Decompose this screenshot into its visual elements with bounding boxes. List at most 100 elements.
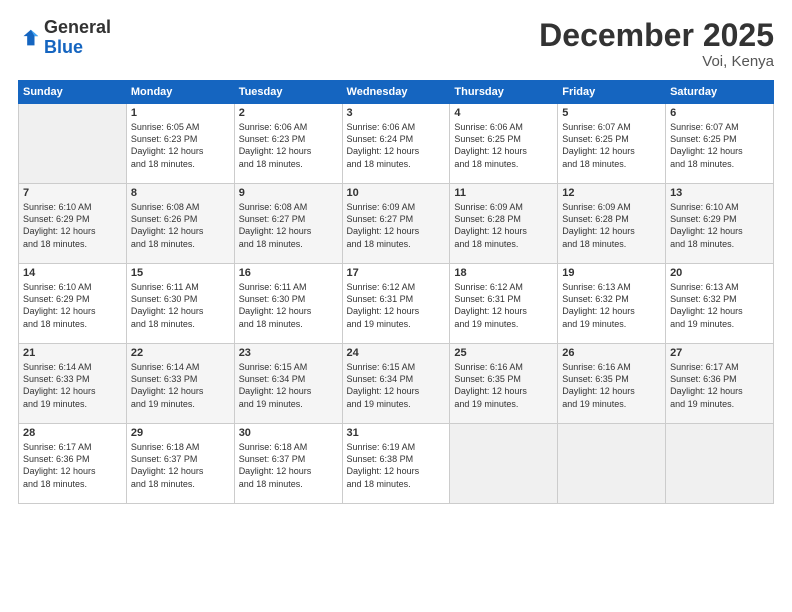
table-row: 1 Sunrise: 6:05 AMSunset: 6:23 PMDaylight… (126, 104, 234, 184)
day-info: Sunrise: 6:06 AMSunset: 6:24 PMDaylight:… (347, 121, 446, 170)
day-info: Sunrise: 6:06 AMSunset: 6:25 PMDaylight:… (454, 121, 553, 170)
calendar-week-row: 14 Sunrise: 6:10 AMSunset: 6:29 PMDayligh… (19, 264, 774, 344)
table-row: 7 Sunrise: 6:10 AMSunset: 6:29 PMDaylight… (19, 184, 127, 264)
table-row: 24 Sunrise: 6:15 AMSunset: 6:34 PMDayligh… (342, 344, 450, 424)
table-row: 19 Sunrise: 6:13 AMSunset: 6:32 PMDayligh… (558, 264, 666, 344)
day-info: Sunrise: 6:16 AMSunset: 6:35 PMDaylight:… (454, 361, 553, 410)
day-number: 11 (454, 187, 553, 199)
title-block: December 2025 Voi, Kenya (539, 18, 774, 70)
day-number: 15 (131, 267, 230, 279)
header-friday: Friday (558, 81, 666, 104)
table-row: 3Sunrise: 6:06 AMSunset: 6:24 PMDaylight… (342, 104, 450, 184)
table-row: 21 Sunrise: 6:14 AMSunset: 6:33 PMDayligh… (19, 344, 127, 424)
day-info: Sunrise: 6:14 AMSunset: 6:33 PMDaylight:… (131, 361, 230, 410)
day-info: Sunrise: 6:15 AMSunset: 6:34 PMDaylight:… (347, 361, 446, 410)
header-thursday: Thursday (450, 81, 558, 104)
header-tuesday: Tuesday (234, 81, 342, 104)
day-info: Sunrise: 6:16 AMSunset: 6:35 PMDaylight:… (562, 361, 661, 410)
table-row: 23Sunrise: 6:15 AMSunset: 6:34 PMDayligh… (234, 344, 342, 424)
table-row: 16 Sunrise: 6:11 AMSunset: 6:30 PMDayligh… (234, 264, 342, 344)
day-number: 5 (562, 107, 661, 119)
day-info: Sunrise: 6:14 AMSunset: 6:33 PMDaylight:… (23, 361, 122, 410)
table-row: 18 Sunrise: 6:12 AMSunset: 6:31 PMDayligh… (450, 264, 558, 344)
day-number: 23 (239, 347, 338, 359)
header-saturday: Saturday (666, 81, 774, 104)
table-row: 2Sunrise: 6:06 AMSunset: 6:23 PMDaylight… (234, 104, 342, 184)
header-monday: Monday (126, 81, 234, 104)
day-info: Sunrise: 6:19 AMSunset: 6:38 PMDaylight:… (347, 441, 446, 490)
day-info: Sunrise: 6:09 AMSunset: 6:28 PMDaylight:… (562, 201, 661, 250)
day-number: 30 (239, 427, 338, 439)
day-number: 19 (562, 267, 661, 279)
calendar-header-row: Sunday Monday Tuesday Wednesday Thursday… (19, 81, 774, 104)
table-row (558, 424, 666, 504)
day-info: Sunrise: 6:08 AMSunset: 6:27 PMDaylight:… (239, 201, 338, 250)
calendar-week-row: 28Sunrise: 6:17 AMSunset: 6:36 PMDayligh… (19, 424, 774, 504)
day-number: 1 (131, 107, 230, 119)
day-number: 14 (23, 267, 122, 279)
day-number: 22 (131, 347, 230, 359)
day-info: Sunrise: 6:11 AMSunset: 6:30 PMDaylight:… (239, 281, 338, 330)
table-row: 4 Sunrise: 6:06 AMSunset: 6:25 PMDaylight… (450, 104, 558, 184)
day-info: Sunrise: 6:09 AMSunset: 6:27 PMDaylight:… (347, 201, 446, 250)
logo-icon (18, 27, 40, 49)
day-number: 16 (239, 267, 338, 279)
calendar-location: Voi, Kenya (539, 53, 774, 70)
table-row (450, 424, 558, 504)
day-info: Sunrise: 6:18 AMSunset: 6:37 PMDaylight:… (239, 441, 338, 490)
table-row: 14 Sunrise: 6:10 AMSunset: 6:29 PMDayligh… (19, 264, 127, 344)
table-row: 10 Sunrise: 6:09 AMSunset: 6:27 PMDayligh… (342, 184, 450, 264)
table-row: 31 Sunrise: 6:19 AMSunset: 6:38 PMDayligh… (342, 424, 450, 504)
day-info: Sunrise: 6:10 AMSunset: 6:29 PMDaylight:… (23, 201, 122, 250)
day-number: 24 (347, 347, 446, 359)
day-number: 12 (562, 187, 661, 199)
day-number: 13 (670, 187, 769, 199)
day-number: 31 (347, 427, 446, 439)
calendar-week-row: 1 Sunrise: 6:05 AMSunset: 6:23 PMDaylight… (19, 104, 774, 184)
logo-blue-text: Blue (44, 37, 83, 57)
table-row: 30 Sunrise: 6:18 AMSunset: 6:37 PMDayligh… (234, 424, 342, 504)
day-info: Sunrise: 6:12 AMSunset: 6:31 PMDaylight:… (347, 281, 446, 330)
header-sunday: Sunday (19, 81, 127, 104)
table-row: 17Sunrise: 6:12 AMSunset: 6:31 PMDayligh… (342, 264, 450, 344)
day-number: 27 (670, 347, 769, 359)
day-info: Sunrise: 6:13 AMSunset: 6:32 PMDaylight:… (670, 281, 769, 330)
day-info: Sunrise: 6:13 AMSunset: 6:32 PMDaylight:… (562, 281, 661, 330)
day-number: 10 (347, 187, 446, 199)
day-info: Sunrise: 6:09 AMSunset: 6:28 PMDaylight:… (454, 201, 553, 250)
page: General Blue December 2025 Voi, Kenya Su… (0, 0, 792, 612)
table-row: 28Sunrise: 6:17 AMSunset: 6:36 PMDayligh… (19, 424, 127, 504)
logo: General Blue (18, 18, 111, 58)
day-number: 4 (454, 107, 553, 119)
day-number: 18 (454, 267, 553, 279)
day-info: Sunrise: 6:12 AMSunset: 6:31 PMDaylight:… (454, 281, 553, 330)
table-row (19, 104, 127, 184)
day-number: 6 (670, 107, 769, 119)
day-info: Sunrise: 6:05 AMSunset: 6:23 PMDaylight:… (131, 121, 230, 170)
table-row: 6 Sunrise: 6:07 AMSunset: 6:25 PMDaylight… (666, 104, 774, 184)
day-info: Sunrise: 6:17 AMSunset: 6:36 PMDaylight:… (23, 441, 122, 490)
calendar-week-row: 21 Sunrise: 6:14 AMSunset: 6:33 PMDayligh… (19, 344, 774, 424)
day-number: 7 (23, 187, 122, 199)
calendar-title: December 2025 (539, 18, 774, 53)
day-number: 20 (670, 267, 769, 279)
table-row: 22 Sunrise: 6:14 AMSunset: 6:33 PMDayligh… (126, 344, 234, 424)
day-info: Sunrise: 6:07 AMSunset: 6:25 PMDaylight:… (562, 121, 661, 170)
logo-text: General Blue (44, 18, 111, 58)
day-number: 26 (562, 347, 661, 359)
day-info: Sunrise: 6:06 AMSunset: 6:23 PMDaylight:… (239, 121, 338, 170)
table-row: 27Sunrise: 6:17 AMSunset: 6:36 PMDayligh… (666, 344, 774, 424)
table-row: 9Sunrise: 6:08 AMSunset: 6:27 PMDaylight… (234, 184, 342, 264)
table-row: 12 Sunrise: 6:09 AMSunset: 6:28 PMDayligh… (558, 184, 666, 264)
day-info: Sunrise: 6:18 AMSunset: 6:37 PMDaylight:… (131, 441, 230, 490)
day-info: Sunrise: 6:07 AMSunset: 6:25 PMDaylight:… (670, 121, 769, 170)
calendar-week-row: 7 Sunrise: 6:10 AMSunset: 6:29 PMDaylight… (19, 184, 774, 264)
logo-general-text: General (44, 17, 111, 37)
table-row: 29 Sunrise: 6:18 AMSunset: 6:37 PMDayligh… (126, 424, 234, 504)
table-row: 20 Sunrise: 6:13 AMSunset: 6:32 PMDayligh… (666, 264, 774, 344)
table-row: 5 Sunrise: 6:07 AMSunset: 6:25 PMDaylight… (558, 104, 666, 184)
day-info: Sunrise: 6:10 AMSunset: 6:29 PMDaylight:… (23, 281, 122, 330)
day-number: 29 (131, 427, 230, 439)
header-wednesday: Wednesday (342, 81, 450, 104)
day-number: 21 (23, 347, 122, 359)
